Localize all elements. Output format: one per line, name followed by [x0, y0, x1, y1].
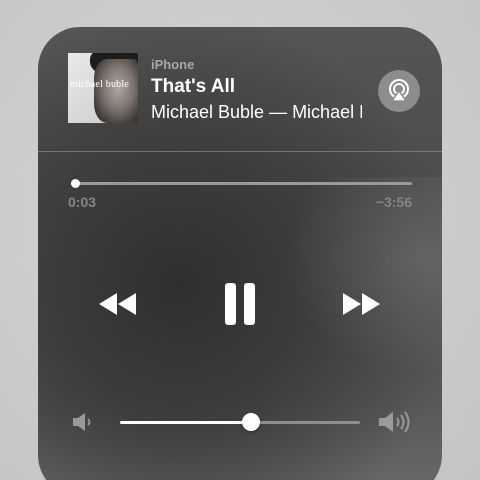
panel-highlight: [282, 177, 442, 377]
airplay-button[interactable]: [378, 70, 420, 112]
rewind-icon: [99, 293, 136, 315]
now-playing-panel: michael buble iPhone That's All Michael …: [38, 27, 442, 480]
track-title: That's All: [151, 76, 236, 97]
track-subtitle: Michael Buble — Michael Bublé: [151, 102, 362, 122]
album-art-face: [94, 59, 138, 123]
album-art[interactable]: michael buble: [68, 53, 138, 123]
fast-forward-icon: [343, 293, 380, 315]
source-device: iPhone: [151, 57, 195, 72]
fast-forward-button[interactable]: [341, 289, 381, 319]
volume-fill: [120, 421, 251, 424]
divider: [38, 151, 442, 152]
remaining-time: −3:56: [375, 194, 412, 210]
rewind-button[interactable]: [98, 289, 138, 319]
volume-high-icon: [379, 411, 410, 433]
elapsed-time: 0:03: [68, 194, 97, 210]
pause-button[interactable]: [220, 281, 260, 327]
volume-knob[interactable]: [241, 413, 260, 431]
airplay-icon: [389, 79, 409, 102]
progress-knob[interactable]: [71, 179, 81, 188]
pause-icon: [225, 283, 255, 325]
album-art-text: michael buble: [70, 79, 129, 90]
volume-slider[interactable]: [120, 413, 360, 431]
progress-scrubber[interactable]: [71, 179, 412, 188]
volume-low-icon: [73, 413, 91, 431]
